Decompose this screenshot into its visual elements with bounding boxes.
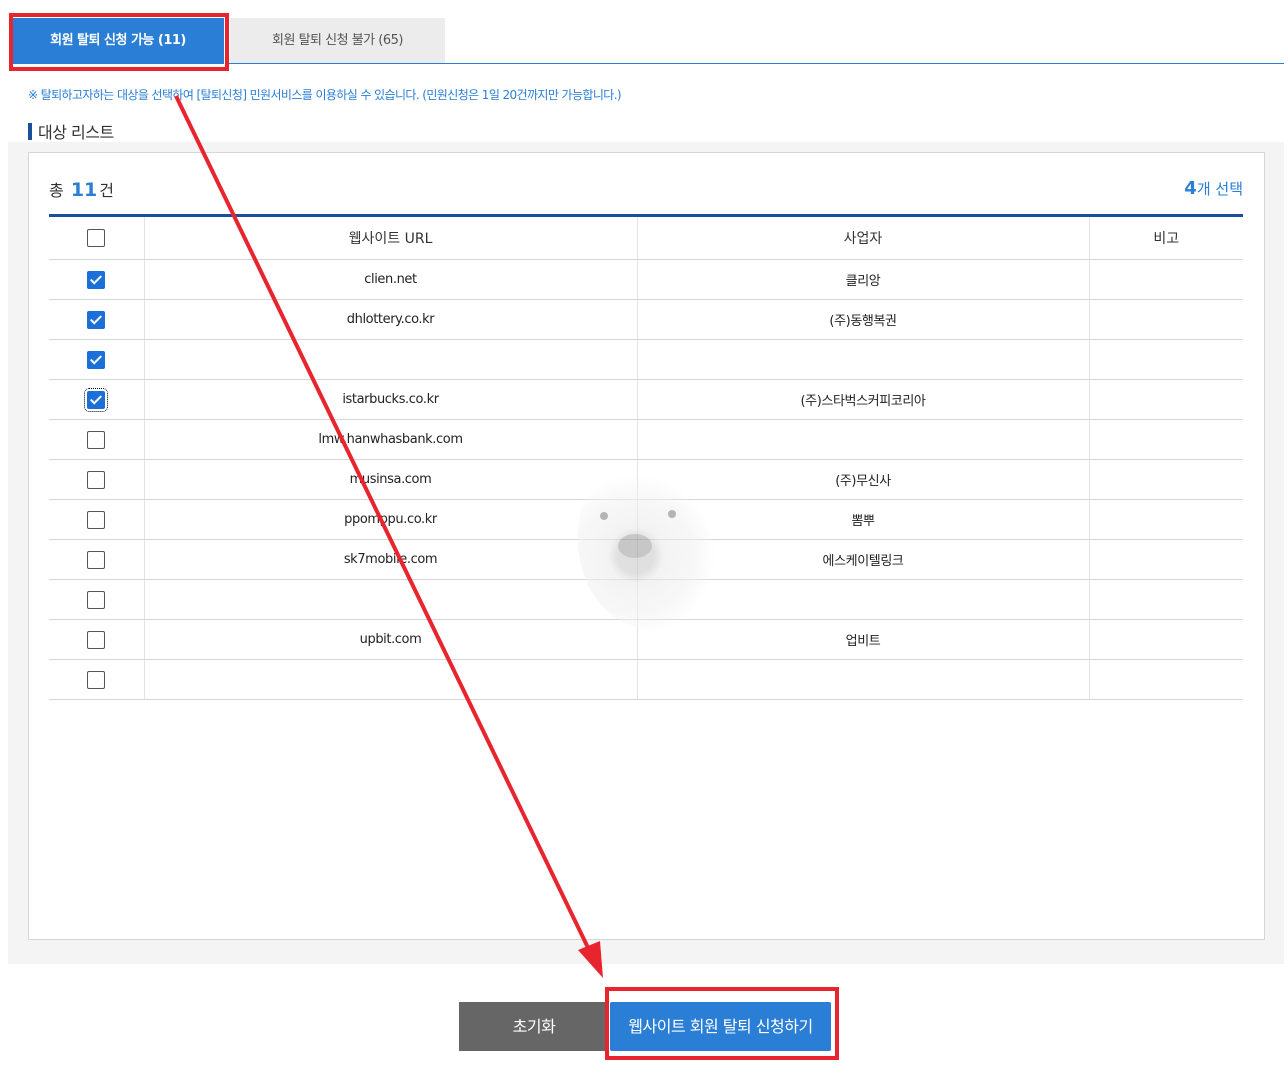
table-row[interactable] bbox=[49, 339, 1243, 380]
select-all-checkbox[interactable] bbox=[87, 229, 106, 247]
row-checkbox-cell bbox=[49, 419, 144, 460]
row-checkbox-cell bbox=[49, 299, 144, 340]
row-checkbox-cell bbox=[49, 339, 144, 380]
table-row[interactable]: lmw.hanwhasbank.com bbox=[49, 419, 1243, 460]
table-row[interactable]: musinsa.com (주)무신사 bbox=[49, 459, 1243, 500]
table-header-row: 웹사이트 URL 사업자 비고 bbox=[49, 215, 1243, 260]
row-url: upbit.com bbox=[143, 619, 637, 660]
title-bar bbox=[28, 123, 32, 140]
row-note bbox=[1088, 579, 1243, 620]
row-checkbox[interactable] bbox=[87, 270, 106, 289]
row-checkbox-cell bbox=[49, 459, 144, 500]
selected-suffix: 개 선택 bbox=[1196, 180, 1243, 198]
header-url: 웹사이트 URL bbox=[143, 215, 637, 260]
total-count: 총 11 건 bbox=[49, 177, 114, 201]
row-company: (주)스타벅스커피코리아 bbox=[636, 379, 1089, 420]
row-company bbox=[636, 419, 1089, 460]
table-row[interactable]: sk7mobile.com 에스케이텔링크 bbox=[49, 539, 1243, 580]
row-url: clien.net bbox=[143, 259, 637, 300]
row-note bbox=[1088, 619, 1243, 660]
row-url: musinsa.com bbox=[143, 459, 637, 500]
row-url: istarbucks.co.kr bbox=[143, 379, 637, 420]
row-url: dhlottery.co.kr bbox=[143, 299, 637, 340]
row-checkbox[interactable] bbox=[84, 387, 109, 412]
tab-withdrawal-available[interactable]: 회원 탈퇴 신청 가능 (11) bbox=[12, 18, 224, 64]
table-row[interactable]: clien.net 클리앙 bbox=[49, 259, 1243, 300]
row-checkbox-cell bbox=[49, 619, 144, 660]
row-note bbox=[1088, 379, 1243, 420]
row-company: (주)동행복권 bbox=[636, 299, 1089, 340]
table-row[interactable]: ppomppu.co.kr 뽐뿌 bbox=[49, 499, 1243, 540]
row-checkbox[interactable] bbox=[87, 350, 106, 369]
row-note bbox=[1088, 419, 1243, 460]
select-all-cell bbox=[49, 215, 144, 260]
total-prefix: 총 bbox=[49, 181, 64, 200]
total-number: 11 bbox=[70, 179, 98, 201]
row-note bbox=[1088, 499, 1243, 540]
row-company: 에스케이텔링크 bbox=[636, 539, 1089, 580]
row-checkbox-cell bbox=[49, 259, 144, 300]
row-checkbox-cell bbox=[49, 379, 144, 420]
row-company: (주)무신사 bbox=[636, 459, 1089, 500]
row-checkbox-cell bbox=[49, 659, 144, 700]
row-company bbox=[636, 579, 1089, 620]
row-company bbox=[636, 339, 1089, 380]
row-note bbox=[1088, 539, 1243, 580]
section-title-text: 대상 리스트 bbox=[38, 123, 114, 142]
table-row[interactable]: upbit.com 업비트 bbox=[49, 619, 1243, 660]
header-company: 사업자 bbox=[636, 215, 1089, 260]
row-note bbox=[1088, 339, 1243, 380]
selected-number: 4 bbox=[1184, 178, 1197, 199]
row-checkbox-cell bbox=[49, 579, 144, 620]
row-checkbox[interactable] bbox=[87, 510, 106, 529]
table-row[interactable] bbox=[49, 579, 1243, 620]
row-url: sk7mobile.com bbox=[143, 539, 637, 580]
reset-button[interactable]: 초기화 bbox=[459, 1002, 609, 1051]
row-company: 클리앙 bbox=[636, 259, 1089, 300]
tab-underline bbox=[228, 63, 1284, 64]
header-note: 비고 bbox=[1088, 215, 1243, 260]
row-checkbox[interactable] bbox=[87, 470, 106, 489]
selected-count: 4개 선택 bbox=[1184, 178, 1243, 199]
row-checkbox[interactable] bbox=[87, 430, 106, 449]
total-suffix: 건 bbox=[99, 181, 115, 200]
row-url: ppomppu.co.kr bbox=[143, 499, 637, 540]
table-row[interactable]: istarbucks.co.kr (주)스타벅스커피코리아 bbox=[49, 379, 1243, 420]
row-checkbox[interactable] bbox=[87, 310, 106, 329]
row-checkbox[interactable] bbox=[87, 590, 106, 609]
table-row[interactable] bbox=[49, 659, 1243, 700]
row-note bbox=[1088, 659, 1243, 700]
row-checkbox[interactable] bbox=[87, 630, 106, 649]
row-checkbox-cell bbox=[49, 539, 144, 580]
row-url bbox=[143, 659, 637, 700]
row-note bbox=[1088, 299, 1243, 340]
submit-withdrawal-button[interactable]: 웹사이트 회원 탈퇴 신청하기 bbox=[610, 1002, 831, 1051]
tab-withdrawal-unavailable[interactable]: 회원 탈퇴 신청 불가 (65) bbox=[230, 18, 445, 64]
target-table: 웹사이트 URL 사업자 비고 clien.net 클리앙 dhlottery.co… bbox=[49, 214, 1243, 700]
row-note bbox=[1088, 459, 1243, 500]
notice-text: ※ 탈퇴하고자하는 대상을 선택하여 [탈퇴신청] 민원서비스를 이용하실 수 … bbox=[28, 88, 622, 102]
row-url: lmw.hanwhasbank.com bbox=[143, 419, 637, 460]
row-note bbox=[1088, 259, 1243, 300]
section-title: 대상 리스트 bbox=[28, 119, 114, 143]
row-checkbox[interactable] bbox=[87, 670, 106, 689]
row-checkbox-cell bbox=[49, 499, 144, 540]
row-company: 뽐뿌 bbox=[636, 499, 1089, 540]
row-url bbox=[143, 579, 637, 620]
row-url bbox=[143, 339, 637, 380]
row-company bbox=[636, 659, 1089, 700]
row-checkbox[interactable] bbox=[87, 550, 106, 569]
row-company: 업비트 bbox=[636, 619, 1089, 660]
table-row[interactable]: dhlottery.co.kr (주)동행복권 bbox=[49, 299, 1243, 340]
